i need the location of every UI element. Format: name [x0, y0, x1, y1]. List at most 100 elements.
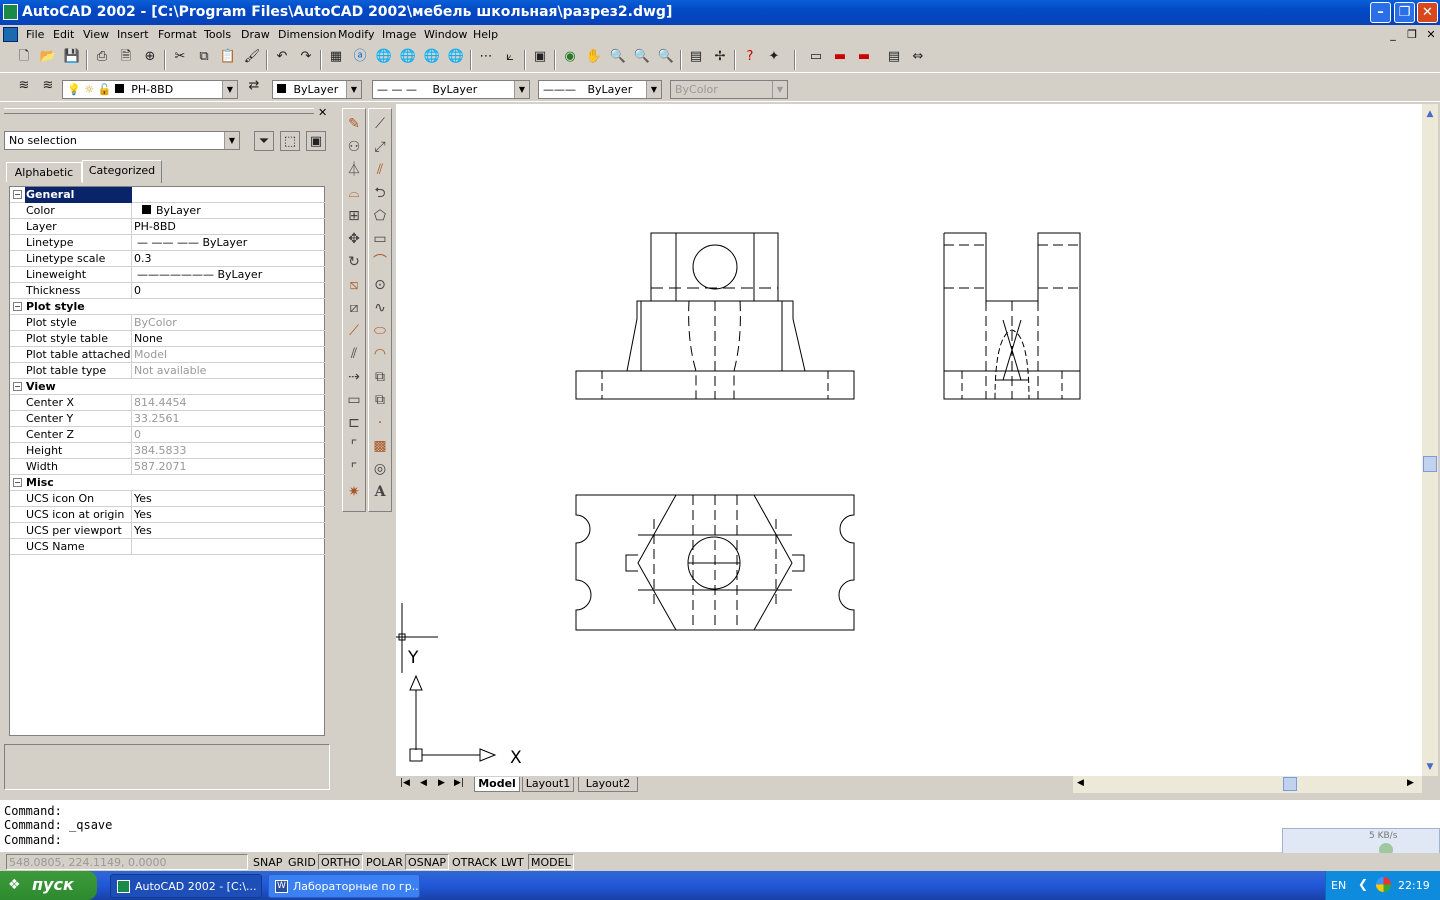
first-tab-icon[interactable]: |◀ [400, 778, 410, 788]
arc-icon[interactable]: ⌒ [369, 252, 391, 272]
menu-edit[interactable]: Edit [53, 28, 74, 41]
close-button[interactable]: ✕ [1417, 2, 1438, 23]
lwt-toggle[interactable]: LWT [498, 854, 527, 870]
layer-isolate-icon[interactable]: ▬ [854, 47, 874, 67]
start-button[interactable]: ❖ пуск [0, 871, 97, 900]
named-views-icon[interactable]: ▣ [530, 47, 550, 67]
last-tab-icon[interactable]: ▶| [454, 778, 464, 788]
property-row[interactable]: Plot table attached toModel [10, 347, 326, 363]
collapse-icon[interactable]: − [13, 478, 22, 487]
tab-model[interactable]: Model [474, 777, 520, 792]
document-icon[interactable] [3, 27, 18, 42]
array-icon[interactable]: ⊞ [343, 206, 365, 226]
property-value[interactable]: Yes [134, 507, 152, 523]
ellipse-arc-icon[interactable]: ◠ [369, 344, 391, 364]
menu-help[interactable]: Help [473, 28, 498, 41]
scale-icon[interactable]: ⧅ [343, 275, 365, 295]
spline-icon[interactable]: ∿ [369, 298, 391, 318]
match-properties-icon[interactable]: 🖌 [242, 47, 262, 67]
menu-window[interactable]: Window [424, 28, 467, 41]
ellipse-icon[interactable]: ⬭ [369, 321, 391, 341]
property-value[interactable]: Yes [134, 523, 152, 539]
point-icon[interactable]: · [369, 413, 391, 433]
doc-minimize-button[interactable]: _ [1386, 28, 1400, 41]
layer-tools-icon[interactable]: ▭ [806, 47, 826, 67]
menu-format[interactable]: Format [158, 28, 197, 41]
property-value[interactable]: 587.2071 [134, 459, 187, 475]
property-value[interactable]: 0.3 [134, 251, 152, 267]
3d-orbit-icon[interactable]: ◉ [560, 47, 580, 67]
layer-dropdown[interactable]: 💡 ☼ 🔓 PH-8BD ▼ [62, 80, 238, 99]
property-row[interactable]: Plot style table None [10, 331, 326, 347]
prev-tab-icon[interactable]: ◀ [420, 778, 427, 788]
snap-toggle[interactable]: SNAP [250, 854, 286, 870]
property-row[interactable]: Center Z0 [10, 427, 326, 443]
property-value[interactable]: 814.4454 [134, 395, 187, 411]
property-value[interactable]: ——————— ByLayer [134, 267, 262, 283]
linetype-dropdown[interactable]: — — — ByLayer ▼ [372, 80, 530, 99]
property-value[interactable]: PH-8BD [134, 219, 176, 235]
model-toggle[interactable]: MODEL [528, 854, 574, 870]
open-icon[interactable]: 📂 [38, 47, 58, 67]
select-objects-icon[interactable]: ⬚ [280, 131, 300, 151]
tab-layout2[interactable]: Layout2 [578, 777, 638, 792]
pan-icon[interactable]: ✋ [584, 47, 604, 67]
property-row[interactable]: Linetype scale 0.3 [10, 251, 326, 267]
tray-arrow-icon[interactable]: ❮ [1358, 877, 1368, 891]
command-prompt[interactable]: Command: [4, 833, 62, 847]
paste-icon[interactable]: 📋 [218, 47, 238, 67]
tab-alphabetic[interactable]: Alphabetic [6, 162, 82, 182]
property-row[interactable]: UCS icon at origin Yes [10, 507, 326, 523]
today-icon[interactable]: ⓐ [350, 47, 370, 67]
circle-icon[interactable]: ⊙ [369, 275, 391, 295]
horizontal-scrollbar[interactable]: ◀ ▶ [1073, 776, 1422, 793]
construction-line-icon[interactable]: ⤢ [369, 137, 391, 157]
menu-image[interactable]: Image [382, 28, 416, 41]
new-icon[interactable]: 🗋 [14, 47, 34, 67]
scroll-left-icon[interactable]: ◀ [1077, 778, 1084, 788]
hscroll-thumb[interactable] [1283, 777, 1297, 791]
ucs-icon[interactable]: ⟀ [500, 47, 520, 67]
hatch-icon[interactable]: ▩ [369, 436, 391, 456]
zoom-previous-icon[interactable]: 🔍 [656, 47, 676, 67]
menu-file[interactable]: File [26, 28, 44, 41]
toggle-pickadd-icon[interactable]: ▣ [306, 131, 326, 151]
drawing-canvas[interactable]: Y X [396, 104, 1422, 776]
lineweight-dropdown[interactable]: ——— ByLayer ▼ [538, 80, 662, 99]
dim-tools-icon[interactable]: ⇔ [908, 47, 928, 67]
stretch-icon[interactable]: ⧄ [343, 298, 365, 318]
tab-layout1[interactable]: Layout1 [522, 777, 574, 792]
autocad-app-icon[interactable] [3, 4, 18, 20]
grid-toggle[interactable]: GRID [285, 854, 319, 870]
polyline-icon[interactable]: ⮌ [369, 183, 391, 203]
collapse-icon[interactable]: − [13, 302, 22, 311]
language-indicator[interactable]: EN [1331, 879, 1346, 892]
help-icon[interactable]: ? [740, 47, 760, 67]
property-row[interactable]: Plot style ByColor [10, 315, 326, 331]
collapse-icon[interactable]: − [13, 190, 22, 199]
property-value[interactable]: Yes [134, 491, 152, 507]
rotate-icon[interactable]: ↻ [343, 252, 365, 272]
property-value[interactable]: 0 [134, 283, 141, 299]
print-icon[interactable]: ⎙ [92, 47, 112, 67]
insert-hyperlink-icon[interactable]: 🌐 [422, 47, 442, 67]
property-row[interactable]: Width 587.2071 [10, 459, 326, 475]
meet-now-icon[interactable]: 🌐 [398, 47, 418, 67]
menu-draw[interactable]: Draw [241, 28, 270, 41]
menu-dimension[interactable]: Dimension [278, 28, 336, 41]
menu-tools[interactable]: Tools [204, 28, 231, 41]
property-row[interactable]: UCS Name [10, 539, 326, 555]
polygon-icon[interactable]: ⬠ [369, 206, 391, 226]
color-dropdown[interactable]: ByLayer ▼ [272, 80, 362, 99]
category-row[interactable]: − General [10, 187, 326, 203]
property-row[interactable]: Layer PH-8BD [10, 219, 326, 235]
menu-modify[interactable]: Modify [338, 28, 374, 41]
command-window[interactable]: Command: Command: _qsave Command: 5 KB/s [0, 800, 1440, 868]
zoom-window-icon[interactable]: 🔍 [632, 47, 652, 67]
scroll-right-icon[interactable]: ▶ [1407, 778, 1414, 788]
tracking-icon[interactable]: 🌐 [446, 47, 466, 67]
layer-previous-icon[interactable]: ≋ [38, 76, 58, 96]
text-tools-icon[interactable]: ▤ [884, 47, 904, 67]
property-row[interactable]: Plot table type Not available [10, 363, 326, 379]
property-row[interactable]: Height 384.5833 [10, 443, 326, 459]
